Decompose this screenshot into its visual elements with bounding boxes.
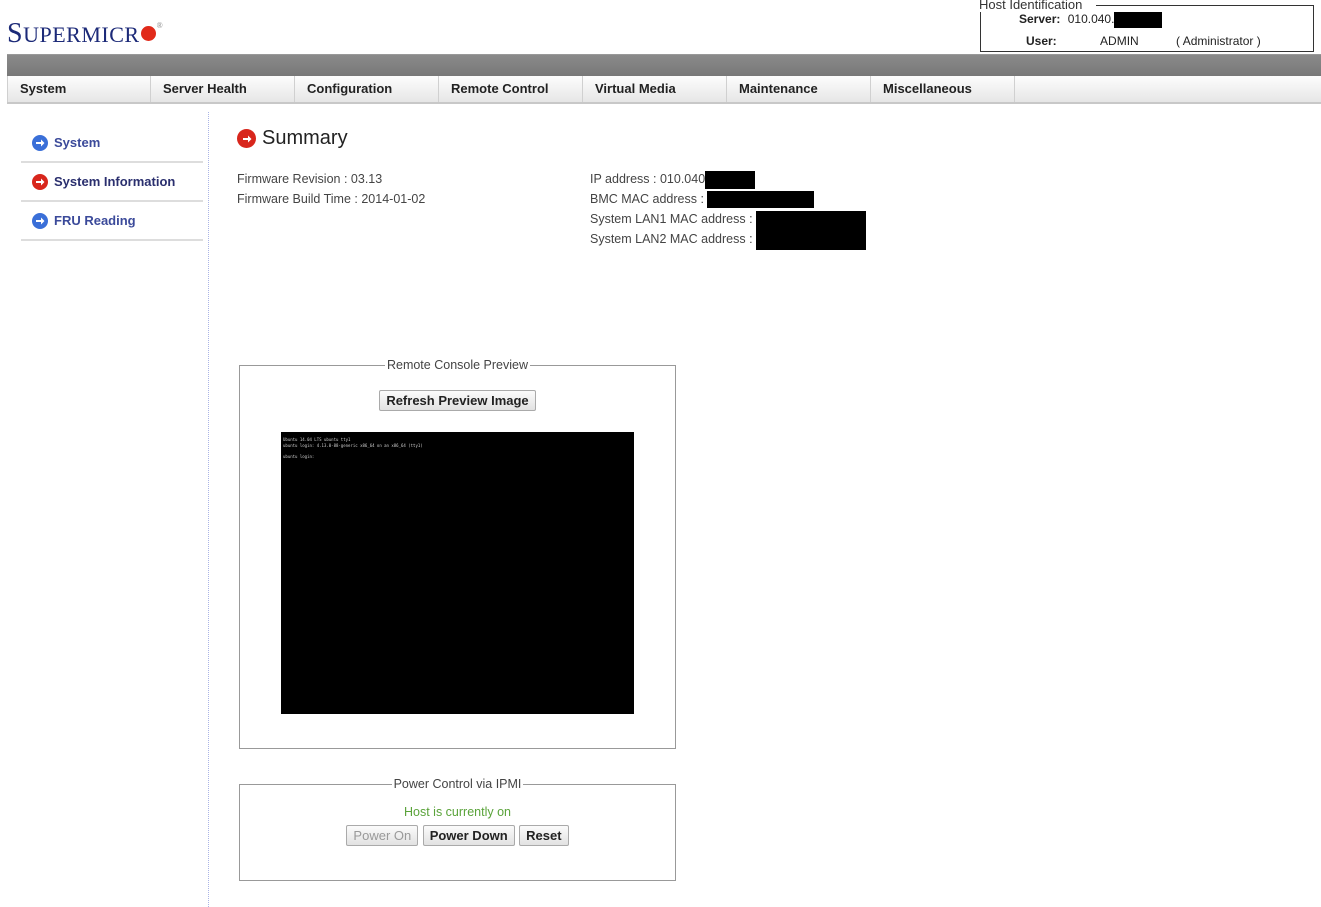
user-label: User:: [1026, 34, 1057, 48]
reset-button[interactable]: Reset: [519, 825, 569, 846]
menu-maintenance[interactable]: Maintenance: [727, 76, 871, 102]
legend-line: [1096, 5, 1314, 6]
arrow-circle-blue-icon: [32, 134, 48, 151]
bmc-mac-label: BMC MAC address :: [590, 192, 704, 206]
user-row: User: ADMIN ( Administrator ): [1026, 34, 1261, 48]
sidebar-item-label: System: [54, 135, 101, 150]
main-menu: System Server Health Configuration Remot…: [7, 76, 1321, 104]
sidebar: System System Information FRU Reading: [21, 124, 203, 241]
firmware-build-row: Firmware Build Time : 2014-01-02: [237, 189, 425, 209]
arrow-circle-red-icon: [237, 129, 256, 148]
redacted-block: [756, 210, 867, 229]
ip-address-row: IP address : 010.040: [590, 169, 866, 189]
logo-text-rest: UPERMICR: [23, 22, 140, 47]
lan2-mac-label: System LAN2 MAC address :: [590, 232, 753, 246]
server-value: 010.040.: [1067, 12, 1115, 27]
host-identification-legend: Host Identification: [979, 0, 1085, 12]
menu-virtual-media[interactable]: Virtual Media: [583, 76, 727, 102]
network-info: IP address : 010.040 BMC MAC address : S…: [590, 169, 867, 251]
sidebar-divider: [208, 112, 209, 907]
ip-address-value: 010.040: [659, 172, 706, 186]
menu-system[interactable]: System: [7, 76, 151, 102]
sidebar-item-system[interactable]: System: [21, 124, 203, 163]
host-identification-box: Host Identification Server: 010.040. Use…: [979, 0, 1314, 52]
firmware-revision-label: Firmware Revision :: [237, 172, 348, 186]
sidebar-item-label: FRU Reading: [54, 213, 136, 228]
menu-miscellaneous[interactable]: Miscellaneous: [871, 76, 1015, 102]
power-on-button[interactable]: Power On: [346, 825, 419, 846]
logo-dot-icon: [140, 26, 156, 41]
redacted-block: [756, 229, 867, 251]
menu-server-health[interactable]: Server Health: [151, 76, 295, 102]
menu-configuration[interactable]: Configuration: [295, 76, 439, 102]
power-down-button[interactable]: Power Down: [422, 825, 515, 846]
sidebar-item-fru-reading[interactable]: FRU Reading: [21, 202, 203, 241]
sidebar-item-label: System Information: [54, 174, 176, 189]
lan1-mac-label: System LAN1 MAC address :: [590, 212, 753, 226]
refresh-button-wrap: Refresh Preview Image: [240, 390, 675, 411]
lan1-mac-row: System LAN1 MAC address :: [590, 209, 867, 229]
sidebar-item-system-information[interactable]: System Information: [21, 163, 203, 202]
supermicro-logo: SUPERMICR ®: [7, 10, 163, 51]
firmware-info: Firmware Revision : 03.13 Firmware Build…: [237, 169, 425, 209]
redacted-block: [1114, 12, 1163, 28]
server-row: Server: 010.040.: [1019, 12, 1163, 28]
console-line: ubuntu login: 4.13.0-88-generic x86_64 o…: [283, 443, 423, 448]
header-band: [7, 54, 1321, 77]
console-line: Ubuntu 14.04 LTS ubuntu tty1: [283, 437, 351, 442]
firmware-build-label: Firmware Build Time :: [237, 192, 358, 206]
power-control-legend: Power Control via IPMI: [393, 777, 522, 791]
refresh-preview-image-button[interactable]: Refresh Preview Image: [379, 390, 536, 411]
power-buttons: Power On Power Down Reset: [240, 825, 675, 846]
remote-console-preview-panel: Remote Console Preview Refresh Preview I…: [239, 358, 676, 749]
power-control-panel: Power Control via IPMI Host is currently…: [239, 777, 676, 881]
console-preview-image[interactable]: Ubuntu 14.04 LTS ubuntu tty1 ubuntu logi…: [281, 432, 634, 714]
firmware-revision-value: 03.13: [350, 172, 383, 186]
firmware-build-value: 2014-01-02: [361, 192, 426, 206]
user-role: ( Administrator ): [1176, 34, 1261, 48]
bmc-mac-row: BMC MAC address :: [590, 189, 866, 209]
console-line: ubuntu login:: [283, 454, 315, 459]
arrow-circle-red-icon: [32, 173, 48, 190]
host-power-status: Host is currently on: [404, 805, 511, 819]
ip-address-label: IP address :: [590, 172, 657, 186]
redacted-block: [705, 170, 756, 189]
lan2-mac-row: System LAN2 MAC address :: [590, 229, 867, 251]
remote-console-legend: Remote Console Preview: [386, 358, 529, 372]
arrow-circle-blue-icon: [32, 212, 48, 229]
server-label: Server:: [1019, 12, 1061, 27]
logo-text-first: S: [7, 18, 24, 49]
page-title-text: Summary: [262, 127, 348, 149]
redacted-block: [707, 191, 815, 209]
page-title: Summary: [237, 127, 348, 150]
firmware-revision-row: Firmware Revision : 03.13: [237, 169, 425, 189]
logo-registered-mark: ®: [156, 21, 164, 30]
user-value: ADMIN: [1100, 34, 1139, 48]
menu-remote-control[interactable]: Remote Control: [439, 76, 583, 102]
